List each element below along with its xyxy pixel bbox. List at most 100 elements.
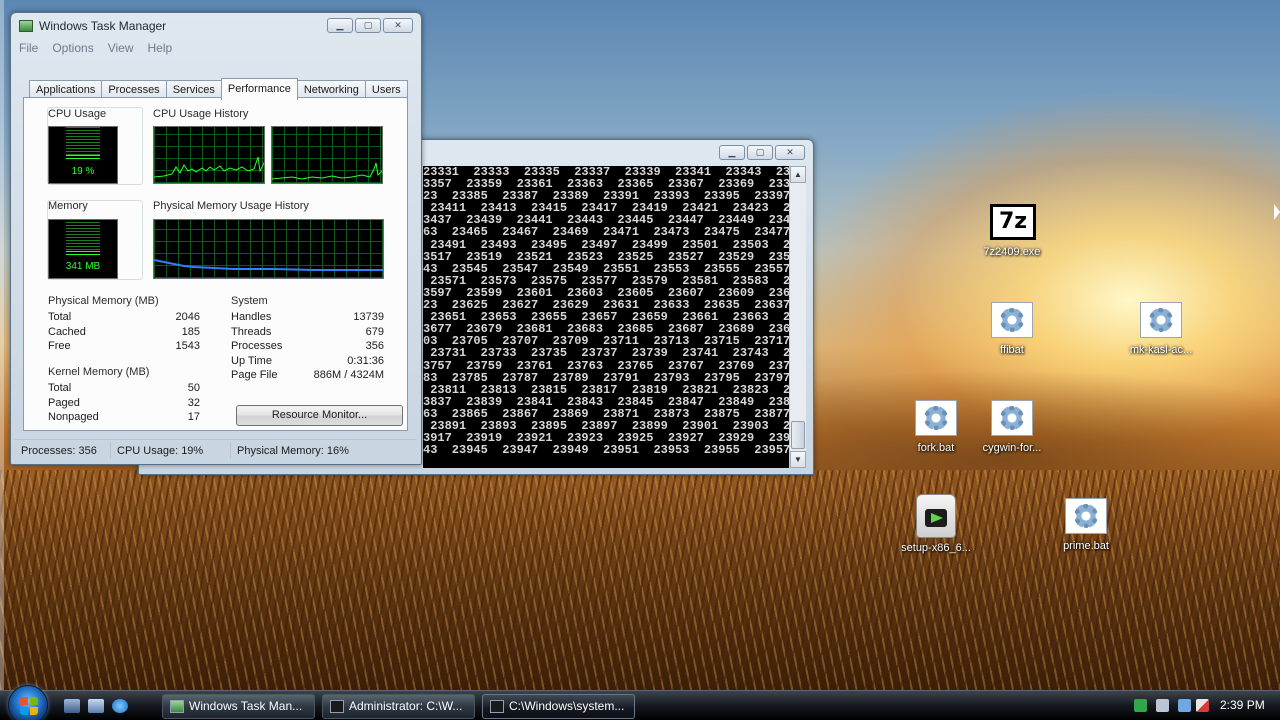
stat-row: Handles 13739 [231,310,384,325]
memory-meter: 341 MB [48,219,118,279]
resource-monitor-button[interactable]: Resource Monitor... [236,405,403,426]
tm-caption-buttons: ▁ ▢ ✕ [325,18,413,33]
stat-label: Page File [231,369,278,381]
stat-row: Paged 32 [48,396,200,411]
stat-label: Processes [231,340,283,352]
gear-file-icon [1064,498,1108,536]
tab-performance[interactable]: Performance [220,78,298,100]
menu-file[interactable]: File [19,41,38,55]
taskbar-clock[interactable]: 2:39 PM [1220,698,1265,712]
minimize-button[interactable]: ▁ [327,18,353,33]
tab-strip: Applications Processes Services Performa… [29,77,408,100]
stat-row: Free 1543 [48,339,200,354]
close-icon: ✕ [786,147,794,157]
gear-file-icon [1139,302,1183,340]
console-icon [490,700,504,713]
taskbar-button-label: Windows Task Man... [189,699,303,713]
volume-muted-icon[interactable] [1196,699,1209,712]
stat-row: Threads 679 [231,325,384,340]
taskbar-button-task-manager[interactable]: Windows Task Man... [162,694,315,719]
minimize-button[interactable]: ▁ [719,145,745,160]
desktop-icon-7z[interactable]: 7z 7z2409.exe [966,204,1058,258]
maximize-button[interactable]: ▢ [355,18,381,33]
close-button[interactable]: ✕ [383,18,413,33]
tray-app-icon[interactable] [1134,699,1147,712]
close-icon: ✕ [394,20,402,30]
stat-row: Processes 356 [231,339,384,354]
maximize-icon: ▢ [363,20,373,30]
stat-value: 679 [365,325,384,338]
cpu-usage-label: CPU Usage [48,108,107,120]
stat-value: 32 [187,396,200,409]
desktop-icon-mk-kasl[interactable]: mk-kasl-ac... [1115,302,1207,356]
cpu-meter-bars [66,127,100,162]
task-manager-icon [19,20,33,32]
7z-icon: 7z [990,204,1036,242]
tray-windows-icon[interactable] [1156,699,1169,712]
status-processes: Processes: 356 [15,442,111,459]
scroll-down-button[interactable]: ▼ [790,451,806,468]
stat-value: 886M / 4324M [313,369,384,381]
show-desktop-icon[interactable] [64,699,80,713]
scroll-up-button[interactable]: ▲ [790,166,806,183]
stat-label: Up Time [231,354,272,367]
status-cpu: CPU Usage: 19% [111,442,231,459]
mouse-cursor-icon [1274,204,1280,220]
minimize-icon: ▁ [728,147,736,157]
console-caption-buttons: ▁ ▢ ✕ [717,145,805,160]
memory-history-line [154,259,383,271]
gear-file-icon [990,400,1034,438]
window-title: Windows Task Manager [39,19,167,33]
desktop-icon-label: 7z2409.exe [983,246,1041,258]
arrow-down-icon: ▼ [794,455,802,464]
memory-label: Memory [48,200,88,212]
performance-panel: CPU Usage 19 % CPU Usage History Memory … [23,97,408,431]
stat-value: 17 [187,411,200,423]
switch-windows-icon[interactable] [88,699,104,713]
start-button[interactable] [8,685,48,720]
maximize-button[interactable]: ▢ [747,145,773,160]
arrow-up-icon: ▲ [794,170,802,179]
menu-view[interactable]: View [108,41,134,55]
window-title-bar[interactable]: Windows Task Manager [19,19,166,33]
taskbar-button-admin-console[interactable]: Administrator: C:\W... [322,694,475,719]
close-button[interactable]: ✕ [775,145,805,160]
stat-row: Total 2046 [48,310,200,325]
internet-explorer-icon[interactable] [112,699,128,713]
cpu-usage-value: 19 % [71,166,95,177]
stat-label: Cached [48,325,86,338]
scroll-thumb[interactable] [791,421,805,449]
task-manager-icon [170,700,184,713]
console-scrollbar[interactable]: ▲ ▼ [789,166,806,468]
task-manager-window[interactable]: Windows Task Manager ▁ ▢ ✕ File Options … [10,12,422,465]
status-bar: Processes: 356 CPU Usage: 19% Physical M… [15,439,417,461]
desktop-icon-ffibat[interactable]: ffibat [966,302,1058,356]
stat-label: Total [48,382,72,394]
desktop-icon-label: fork.bat [917,442,955,454]
menu-options[interactable]: Options [52,41,93,55]
memory-meter-bars [66,222,100,256]
network-icon[interactable] [1178,699,1191,712]
memory-history-graph [153,219,384,279]
stat-value: 356 [365,340,384,352]
cpu-history-graph-core2 [271,126,383,184]
physical-memory-title: Physical Memory (MB) [48,295,159,307]
cpu-history-label: CPU Usage History [153,108,249,120]
system-stats: Handles 13739 Threads 679 Processes 356 Up … [231,310,384,383]
gear-file-icon [990,302,1034,340]
minimize-icon: ▁ [336,20,344,30]
taskbar-button-label: C:\Windows\system... [509,699,625,713]
status-memory: Physical Memory: 16% [237,444,349,457]
desktop-icon-prime[interactable]: prime.bat [1040,498,1132,552]
taskbar-button-console[interactable]: C:\Windows\system... [482,694,635,719]
stat-row: Up Time 0:31:36 [231,354,384,369]
stat-row: Cached 185 [48,325,200,340]
stat-row: Total 50 [48,381,200,396]
desktop-icon-label: ffibat [1000,344,1024,356]
desktop-icon-cygwin-fork[interactable]: cygwin-for... [966,400,1058,454]
taskbar: Windows Task Man... Administrator: C:\W.… [0,685,1280,720]
console-output[interactable]: 23331 23333 23335 23337 23339 23341 2334… [423,166,789,468]
stat-label: Threads [231,325,272,338]
desktop-icon-setup-x86[interactable]: setup-x86_6... [890,494,982,554]
menu-help[interactable]: Help [148,41,173,55]
